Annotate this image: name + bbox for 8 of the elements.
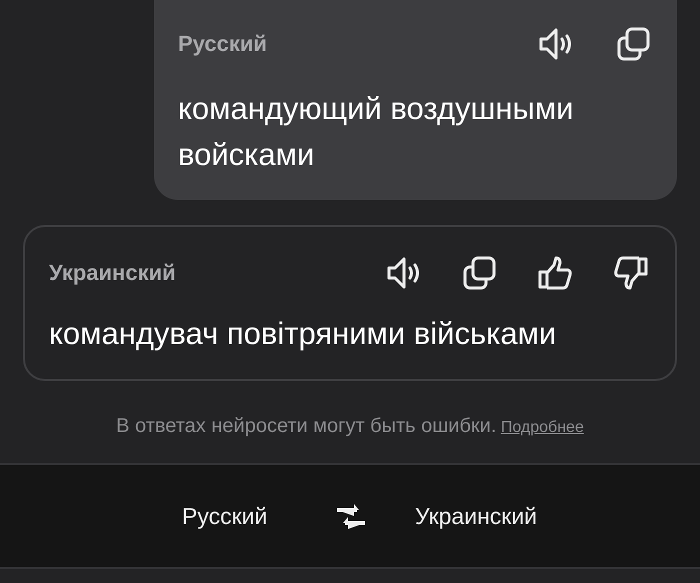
source-text: командующий воздушными войсками bbox=[178, 90, 574, 174]
target-language-button[interactable]: Украинский bbox=[415, 502, 538, 530]
translation-text: командувач повітряними військами bbox=[49, 315, 558, 353]
more-link[interactable]: Подробнее bbox=[500, 419, 584, 436]
source-language-button[interactable]: Русский bbox=[182, 502, 288, 530]
language-label: Русский bbox=[178, 31, 267, 57]
disclaimer-text: В ответах нейросети могут быть ошибки. bbox=[116, 415, 496, 437]
language-label: Украинский bbox=[49, 260, 176, 286]
